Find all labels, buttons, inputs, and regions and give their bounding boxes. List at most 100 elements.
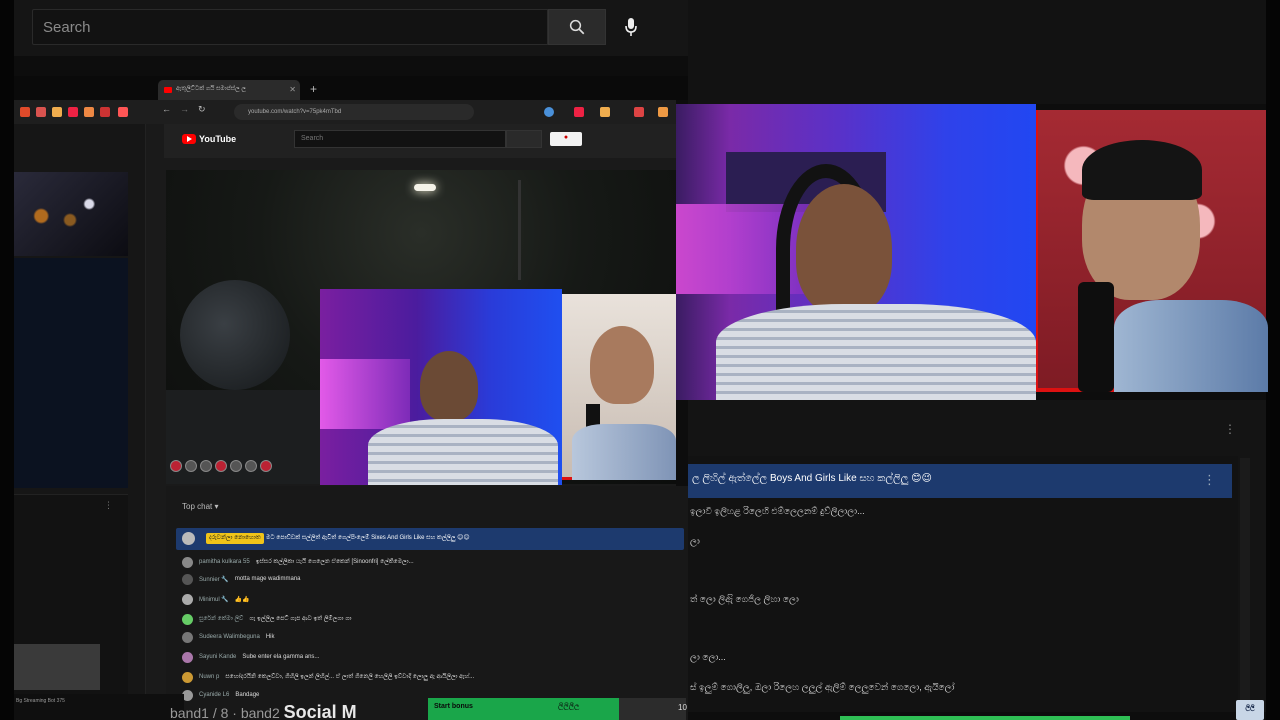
pinned-message[interactable]: දරුවන්ලා නොහොත මට පොඩ්ඩක් සල්ලිත් ඇවිත් … [176,528,684,550]
chat-message[interactable]: pamitha kulkara 55 ඉස්සර කල්ලිකා යැයි ගෙල… [182,555,414,569]
url-field[interactable]: youtube.com/watch?v=75pk4mTbd [234,104,474,120]
chat-author: Nuwn p [199,674,220,680]
inner-search-input[interactable]: Search [294,130,506,148]
extension-icon[interactable] [600,107,610,117]
chat-text: 👍👍 [234,596,250,603]
control-icon[interactable] [230,460,242,472]
chat-message[interactable]: සුරේන් කේමා ලිව් ගැ ඉල්ලිල පෙට් ගැප ආව ඉත… [182,612,351,626]
avatar [182,556,193,568]
chat-line: ලා ලො... [690,652,726,662]
control-icon[interactable] [245,460,257,472]
youtube-logo[interactable]: YouTube [182,134,236,144]
scene-text: band1 / 8 · band2 Social M [170,702,357,720]
chat-message[interactable]: Minimul 🔧 👍👍 [182,592,250,606]
side-video-thumbnail[interactable] [14,172,128,256]
extension-icon[interactable] [36,107,46,117]
browser-tab[interactable]: ඇතුලිට්ටක් ගයි සමාප්ස්ල ල ✕ [158,80,300,100]
search-icon [569,19,585,35]
pinned-message-large[interactable]: ල ලිහිල් ඇත්ලේල Boys And Girls Like සහ ක… [688,464,1232,498]
profile-icon[interactable] [544,107,554,117]
extension-icon[interactable] [118,107,128,117]
search-field[interactable] [32,9,548,45]
inner-search-button[interactable] [506,130,542,148]
control-icon[interactable] [200,460,212,472]
extension-icon[interactable] [574,107,584,117]
video-controls [170,460,272,472]
forward-icon[interactable]: → [180,104,190,114]
chat-author: Sunnier 🔧 [199,576,229,583]
inner-record-badge[interactable]: ● [550,132,582,146]
reload-icon[interactable]: ↻ [198,104,208,114]
avatar [182,631,193,643]
side-video-area [14,258,128,488]
tab-title: ඇතුලිට්ටක් ගයි සමාප්ස්ල ල [176,86,246,92]
background-panel [688,0,1266,104]
avatar [182,573,193,585]
bonus-count: 10 [678,703,687,712]
chat-scrollbar[interactable] [1240,458,1250,712]
extension-icon[interactable] [658,107,668,117]
right-border [1266,0,1280,720]
control-icon[interactable] [185,460,197,472]
bonus-mid-text: ලිලිලීල [558,703,580,710]
chat-author: Sayuni Kande [199,654,237,660]
browser-tab-strip: ඇතුලිට්ටක් ගයි සමාප්ස්ල ල ✕ + [14,76,688,100]
helmet [180,280,290,390]
chat-line: ස් ඉලුම් ගොලිලු, ඔලා රිලෙහ ලලුල් ඇලිම් ල… [690,682,955,692]
street-lamp [414,184,436,191]
chat-text: ගැ ඉල්ලිල පෙට් ගැප ආව ඉත් ලිම්ලගා ගා [249,615,352,622]
avatar [182,651,193,663]
chat-title[interactable]: Top chat ▾ [182,502,218,511]
extension-icon[interactable] [634,107,644,117]
avatar [182,613,193,625]
chat-message[interactable]: Sudeera Walimbeguna Hik [182,630,275,644]
microphone [1078,282,1114,392]
chat-message[interactable]: Nuwn p සහෝදරයිනි කෙලව්වා, ගිහිලි ඉලන් ලිහ… [182,670,474,684]
extension-icon[interactable] [52,107,62,117]
bonus-label: Start bonus [434,703,473,710]
more-options-icon[interactable]: ⋮ [1203,472,1216,488]
chat-line: ත් ලො ලිඇි ගෙජිල ලිහා ලො [690,594,799,604]
control-icon[interactable] [215,460,227,472]
back-icon[interactable]: ← [162,104,172,114]
progress-line [840,716,1130,720]
bonus-progress-bar: Start bonus ලිලිලීල 10 [428,698,687,720]
side-grey-box [14,644,100,690]
extension-icon[interactable] [68,107,78,117]
host-face [796,184,892,314]
youtube-favicon-icon [164,87,172,93]
webcam-host-small [320,289,562,485]
new-tab-icon[interactable]: + [310,82,317,96]
extension-icon[interactable] [84,107,94,117]
control-icon[interactable] [170,460,182,472]
chat-message[interactable]: Cyanide L6 Bandage [182,688,259,702]
pinned-text: මට පොඩ්ඩක් සල්ලිත් ඇවිත් ගෙල්පිංලෙම් Six… [266,535,470,541]
host-shirt [368,419,558,485]
left-border [0,0,14,720]
chat-author: Sudeera Walimbeguna [199,634,260,640]
sidebar-footer-text: Bg Streaming Bot 375 [16,698,65,704]
chat-text: motta mage wadimmana [234,576,301,582]
search-input[interactable] [33,10,547,44]
voice-search-button[interactable] [616,12,646,42]
chat-author: pamitha kulkara 55 [199,559,250,565]
search-button[interactable] [548,9,606,45]
host-face [420,351,478,421]
webcam-guest-small [562,294,676,480]
chat-author: සුරේන් කේමා ලිව් [199,615,244,622]
chat-author: Minimul 🔧 [199,596,229,603]
avatar [182,593,193,605]
guest-shirt [572,424,676,480]
more-options-icon[interactable]: ⋮ [1224,422,1236,436]
chat-message[interactable]: Sunnier 🔧 motta mage wadimmana [182,572,301,586]
control-icon[interactable] [260,460,272,472]
more-options-icon[interactable]: ⋮ [104,500,113,511]
chat-text: Hik [265,634,275,640]
microphone-icon [625,18,637,36]
chat-text: Bandage [235,692,260,698]
close-tab-icon[interactable]: ✕ [289,85,296,94]
extension-icon[interactable] [100,107,110,117]
chat-message[interactable]: Sayuni Kande Sube enter ela gamma ans... [182,650,319,664]
extension-icon[interactable] [20,107,30,117]
guest-face [590,326,654,404]
